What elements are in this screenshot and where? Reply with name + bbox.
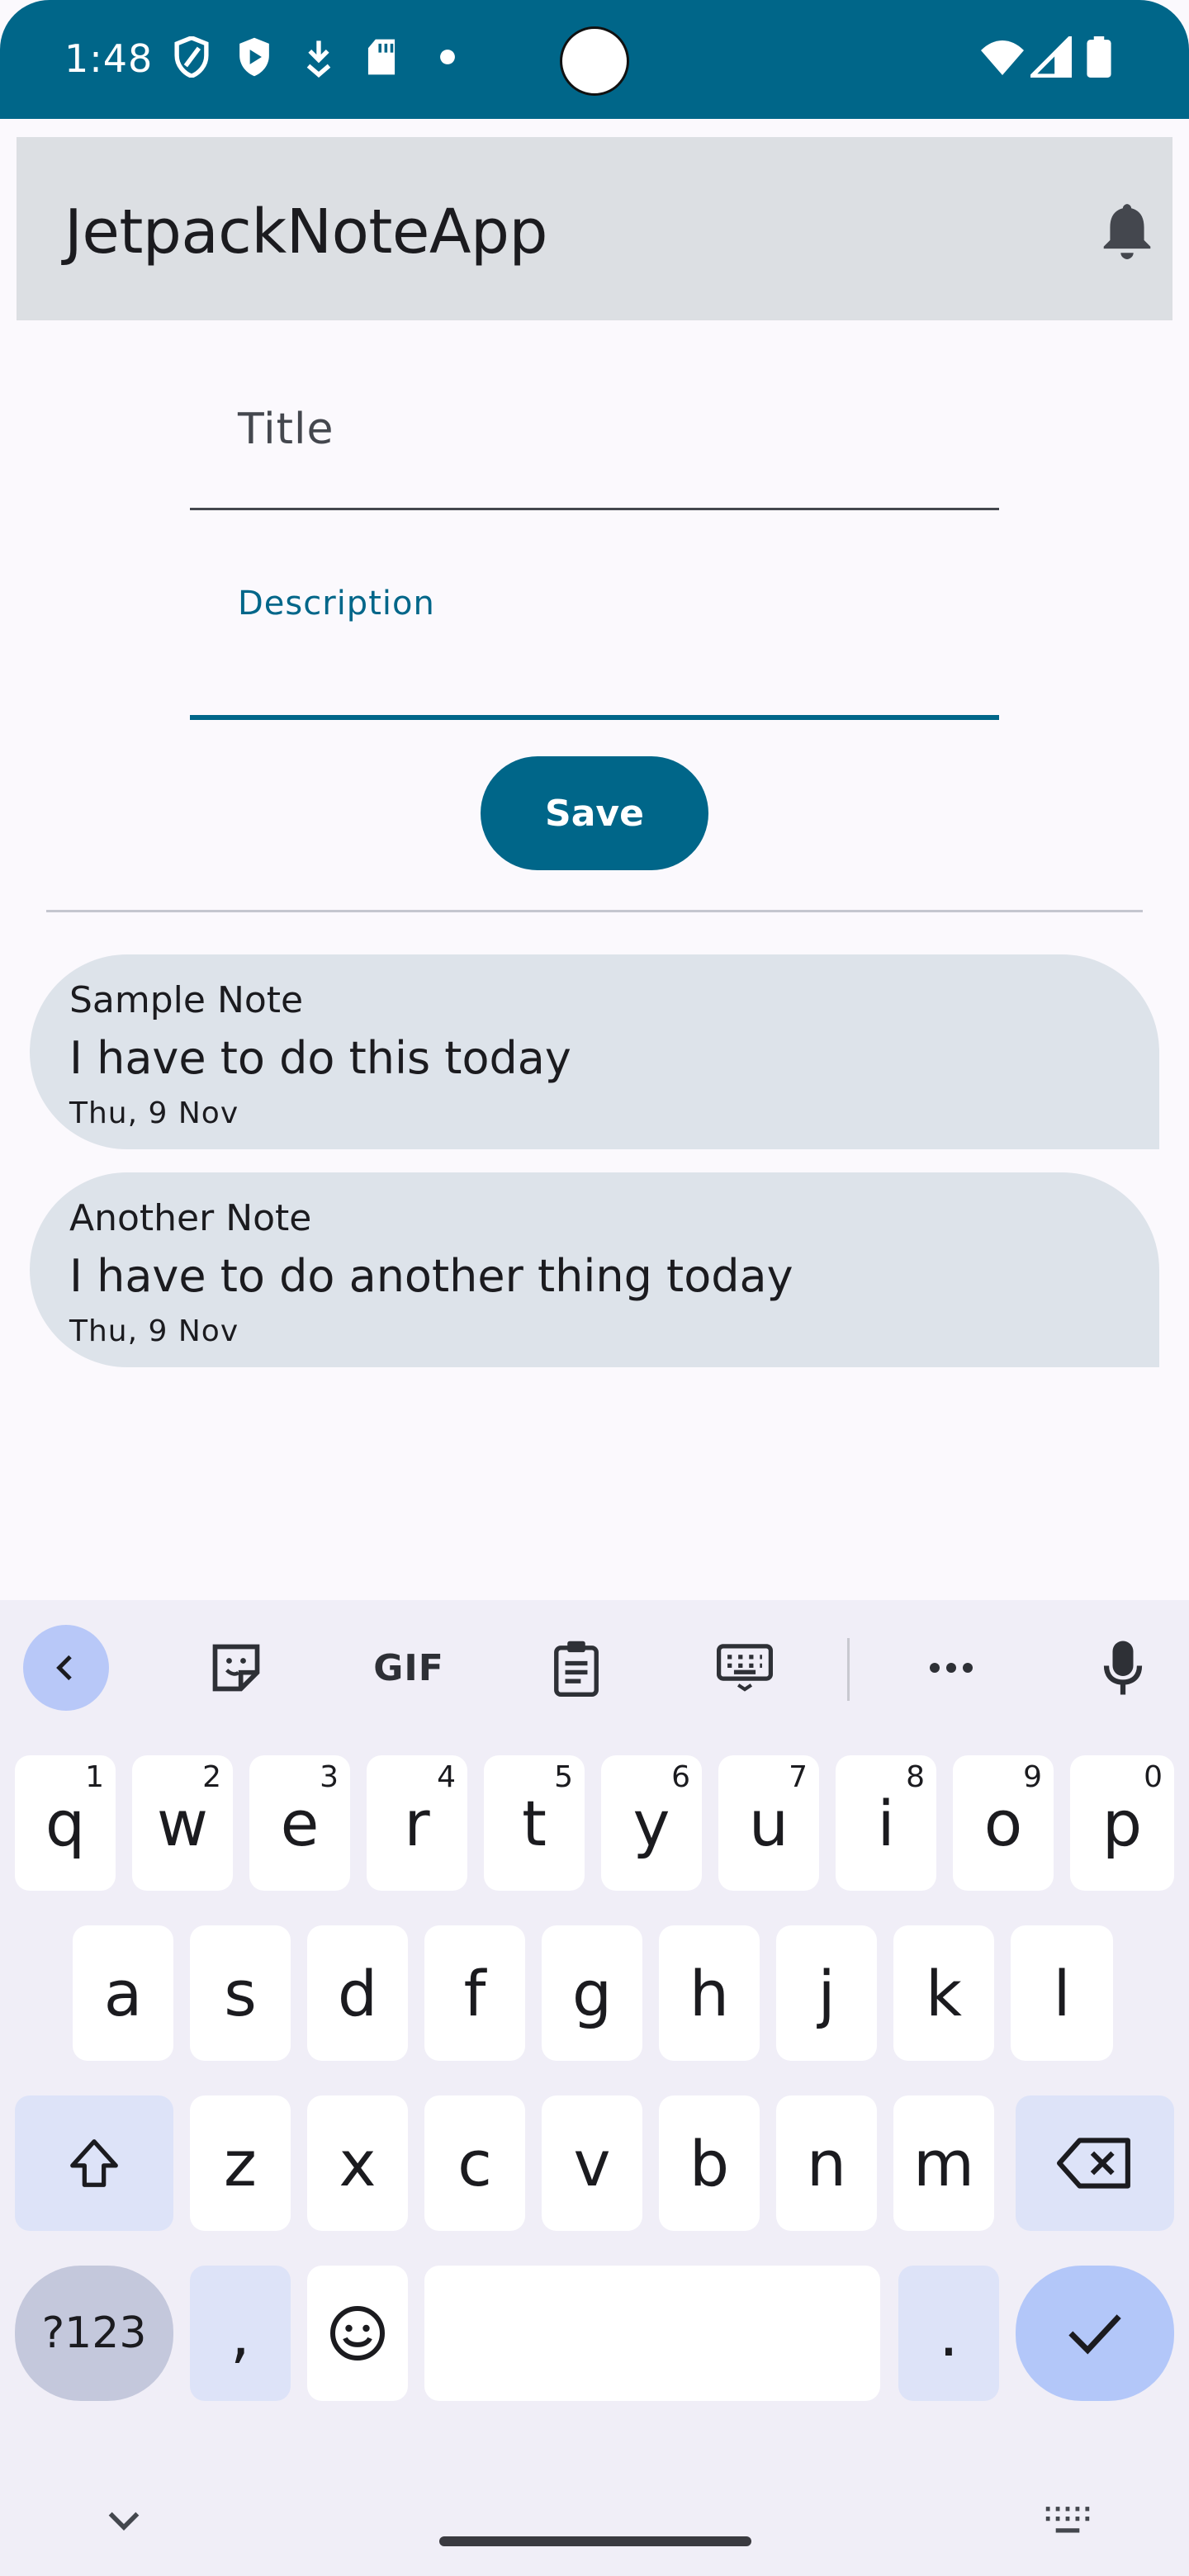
note-card[interactable]: Sample Note I have to do this today Thu,…	[30, 954, 1159, 1149]
note-date: Thu, 9 Nov	[69, 1096, 239, 1130]
keyboard-switch-icon[interactable]	[1042, 2502, 1093, 2540]
title-field[interactable]: Title	[190, 380, 999, 510]
emoji-key[interactable]	[307, 2266, 408, 2401]
note-title: Another Note	[69, 1197, 312, 1239]
key-o[interactable]: o9	[953, 1755, 1054, 1891]
note-date: Thu, 9 Nov	[69, 1314, 239, 1348]
mic-icon[interactable]	[1080, 1625, 1166, 1711]
description-field[interactable]: Description	[190, 571, 999, 720]
key-n[interactable]: n	[776, 2095, 877, 2231]
toolbar-separator	[847, 1638, 850, 1701]
play-protect-icon	[239, 37, 269, 77]
key-i[interactable]: i8	[836, 1755, 936, 1891]
sticker-icon[interactable]	[193, 1625, 279, 1711]
clipboard-icon[interactable]	[533, 1625, 619, 1711]
key-k[interactable]: k	[893, 1925, 994, 2061]
note-title: Sample Note	[69, 979, 304, 1021]
enter-key[interactable]	[1016, 2266, 1174, 2401]
wifi-icon	[981, 40, 1024, 75]
backspace-icon	[1057, 2138, 1130, 2189]
title-placeholder: Title	[238, 405, 334, 454]
period-key[interactable]: .	[898, 2266, 999, 2401]
key-e[interactable]: e3	[249, 1755, 350, 1891]
shift-icon	[70, 2139, 118, 2187]
save-button[interactable]: Save	[481, 756, 708, 870]
note-card[interactable]: Another Note I have to do another thing …	[30, 1172, 1159, 1367]
key-j[interactable]: j	[776, 1925, 877, 2061]
camera-cutout	[560, 26, 629, 96]
status-bar: 1:48	[0, 0, 1189, 119]
key-v[interactable]: v	[542, 2095, 642, 2231]
shield-icon	[174, 36, 209, 78]
app-title: JetpackNoteApp	[64, 197, 547, 268]
backspace-key[interactable]	[1016, 2095, 1174, 2231]
comma-key[interactable]: ,	[190, 2266, 291, 2401]
keyboard-icon[interactable]	[702, 1625, 788, 1711]
key-r[interactable]: r4	[367, 1755, 467, 1891]
divider	[46, 910, 1143, 912]
key-u[interactable]: u7	[718, 1755, 819, 1891]
bell-icon[interactable]	[1101, 200, 1153, 259]
chevron-left-icon[interactable]	[23, 1625, 109, 1711]
home-indicator[interactable]	[439, 2536, 751, 2546]
key-z[interactable]: z	[190, 2095, 291, 2231]
key-g[interactable]: g	[542, 1925, 642, 2061]
shift-key[interactable]	[15, 2095, 173, 2231]
key-d[interactable]: d	[307, 1925, 408, 2061]
key-a[interactable]: a	[73, 1925, 173, 2061]
battery-icon	[1087, 36, 1111, 78]
dot-icon	[440, 50, 455, 64]
gif-button[interactable]: GIF	[363, 1625, 454, 1711]
key-t[interactable]: t5	[484, 1755, 585, 1891]
key-b[interactable]: b	[659, 2095, 760, 2231]
more-icon[interactable]	[908, 1625, 994, 1711]
space-key[interactable]	[424, 2266, 880, 2401]
description-label: Description	[238, 585, 435, 623]
keyboard: GIF q1 w2 e3 r4 t5 y6 u7 i8 o9 p0 a s d …	[0, 1600, 1189, 2576]
chevron-down-icon[interactable]	[101, 2498, 147, 2545]
key-m[interactable]: m	[893, 2095, 994, 2231]
key-q[interactable]: q1	[15, 1755, 116, 1891]
note-description: I have to do another thing today	[69, 1250, 793, 1302]
keyboard-toolbar: GIF	[0, 1600, 1189, 1732]
key-f[interactable]: f	[424, 1925, 525, 2061]
key-l[interactable]: l	[1011, 1925, 1113, 2061]
key-w[interactable]: w2	[132, 1755, 233, 1891]
key-c[interactable]: c	[424, 2095, 525, 2231]
key-h[interactable]: h	[659, 1925, 760, 2061]
signal-icon	[1030, 36, 1072, 78]
key-s[interactable]: s	[190, 1925, 291, 2061]
sd-card-icon	[367, 39, 396, 75]
note-description: I have to do this today	[69, 1032, 571, 1084]
checkmark-icon	[1068, 2314, 1121, 2355]
key-p[interactable]: p0	[1070, 1755, 1174, 1891]
app-bar: JetpackNoteApp	[17, 137, 1172, 320]
symbols-key[interactable]: ?123	[15, 2266, 173, 2401]
emoji-icon	[330, 2306, 385, 2361]
key-x[interactable]: x	[307, 2095, 408, 2231]
key-y[interactable]: y6	[601, 1755, 702, 1891]
status-time: 1:48	[64, 36, 154, 81]
download-icon	[306, 40, 331, 78]
